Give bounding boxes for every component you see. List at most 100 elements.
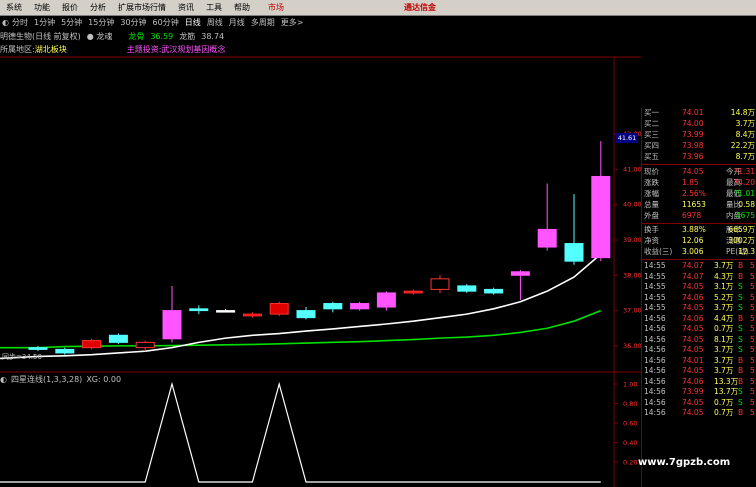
tick-count: 5 — [750, 334, 755, 344]
bid-volume: 22.2万 — [730, 141, 755, 150]
tick-volume: 8.1万 — [714, 334, 734, 344]
stat-value: 4675 — [735, 211, 755, 220]
candle[interactable] — [189, 305, 209, 315]
sub-signal-line — [38, 381, 601, 483]
stat-label: 换手 — [644, 225, 659, 234]
tick-side: B — [738, 313, 744, 323]
tick-time: 14:55 — [644, 303, 666, 312]
tick-volume: 3.1万 — [714, 282, 734, 291]
watermark: www.7gpzb.com — [638, 457, 731, 468]
tick-time: 14:56 — [644, 408, 666, 417]
price-axis-label: 37.00 — [623, 307, 641, 315]
tick-row: 14:55 74.06 5.2万 S 5 — [642, 293, 756, 304]
tick-side: S — [738, 282, 743, 291]
candle[interactable] — [323, 301, 343, 313]
bid-label: 买四 — [644, 141, 659, 150]
candle[interactable] — [430, 275, 450, 293]
tick-price: 74.07 — [682, 261, 704, 270]
tick-volume: 13.3万 — [714, 376, 739, 386]
stat-value: 6659万 — [728, 225, 755, 234]
tick-row: 14:56 74.01 3.7万 B 5 — [642, 356, 756, 367]
stat-value: 1.85 — [682, 178, 699, 187]
stat-value: 2.56% — [682, 189, 706, 198]
tick-time: 14:56 — [644, 334, 666, 344]
candle[interactable] — [82, 338, 102, 350]
tick-count: 5 — [750, 313, 755, 323]
stat-label: 现价 — [644, 167, 659, 176]
tick-count: 5 — [750, 366, 755, 375]
candle[interactable] — [591, 141, 611, 262]
tick-volume: 0.7万 — [714, 324, 734, 333]
bid-row: 买二 74.00 3.7万 — [642, 119, 756, 129]
tick-volume: 5.2万 — [714, 292, 734, 302]
tick-price: 74.05 — [682, 397, 704, 407]
tick-price: 74.06 — [682, 376, 704, 386]
sub-axis-label: 0.20 — [623, 459, 637, 467]
stat-label: 总量 — [644, 200, 659, 209]
stat-row: 涨跌 1.85 最高 74.20 — [642, 178, 756, 188]
tick-count: 5 — [750, 303, 755, 312]
bid-price: 73.99 — [682, 130, 704, 139]
stat-label: 收益(三) — [644, 247, 673, 256]
bid-row: 买三 73.99 8.4万 — [642, 130, 756, 140]
candle[interactable] — [242, 312, 262, 318]
candle[interactable] — [457, 284, 477, 293]
tick-time: 14:56 — [644, 366, 666, 375]
tick-count: 5 — [750, 292, 755, 302]
tick-side: B — [738, 261, 744, 270]
divider — [642, 259, 756, 260]
candle[interactable] — [162, 285, 182, 343]
candle[interactable] — [350, 301, 370, 311]
tick-time: 14:56 — [644, 355, 666, 365]
tick-count: 5 — [750, 355, 755, 365]
bid-row: 买一 74.01 14.8万 — [642, 108, 756, 118]
tick-side: S — [738, 387, 743, 396]
ma-label: 同步=34.50 — [2, 353, 42, 361]
tick-price: 73.99 — [682, 387, 704, 396]
bid-row: 买四 73.98 22.2万 — [642, 141, 756, 151]
tick-count: 5 — [750, 345, 755, 354]
tick-volume: 13.7万 — [714, 387, 739, 396]
tick-price: 74.07 — [682, 271, 704, 281]
tick-volume: 4.4万 — [714, 313, 734, 323]
stat-row: 现价 74.05 今开 71.31 — [642, 167, 756, 177]
candle[interactable] — [376, 291, 396, 311]
tick-price: 74.06 — [682, 313, 704, 323]
bid-row: 买五 73.96 8.7万 — [642, 152, 756, 162]
bid-price: 74.01 — [682, 108, 704, 117]
sub-axis-label: 0.40 — [623, 439, 637, 447]
tick-price: 74.05 — [682, 334, 704, 344]
tick-volume: 4.3万 — [714, 271, 734, 281]
candle[interactable] — [403, 289, 423, 295]
tick-side: S — [738, 303, 743, 312]
kline-chart[interactable]: 1.000.800.600.400.20 42.0041.0040.0039.0… — [0, 0, 641, 487]
candle[interactable] — [216, 308, 236, 313]
tick-time: 14:56 — [644, 313, 666, 323]
tick-side: S — [738, 292, 743, 302]
candle[interactable] — [269, 301, 289, 316]
candle[interactable] — [564, 194, 584, 265]
tick-price: 74.05 — [682, 345, 704, 354]
tick-side: B — [738, 355, 744, 365]
tick-count: 5 — [750, 271, 755, 281]
candle[interactable] — [296, 307, 316, 320]
stat-row: 外盘 6978 内盘 4675 — [642, 211, 756, 221]
tick-volume: 3.7万 — [714, 366, 734, 375]
bid-volume: 3.7万 — [735, 119, 755, 128]
tick-side: B — [738, 376, 744, 386]
tick-volume: 0.7万 — [714, 397, 734, 407]
candle[interactable] — [108, 333, 128, 345]
candle[interactable] — [55, 347, 75, 355]
tick-count: 5 — [750, 376, 755, 386]
tick-row: 14:56 74.05 3.7万 B 5 — [642, 366, 756, 377]
candle[interactable] — [484, 287, 504, 295]
candle[interactable] — [537, 183, 557, 251]
tick-count: 5 — [750, 261, 755, 270]
stat-value: 12.3 — [738, 247, 755, 256]
price-axis-label: 36.00 — [623, 342, 641, 350]
tick-time: 14:55 — [644, 292, 666, 302]
divider — [642, 164, 756, 165]
sub-indicator-dot-icon: ◐ — [0, 375, 7, 384]
candle[interactable] — [510, 270, 530, 300]
tick-price: 74.06 — [682, 292, 704, 302]
